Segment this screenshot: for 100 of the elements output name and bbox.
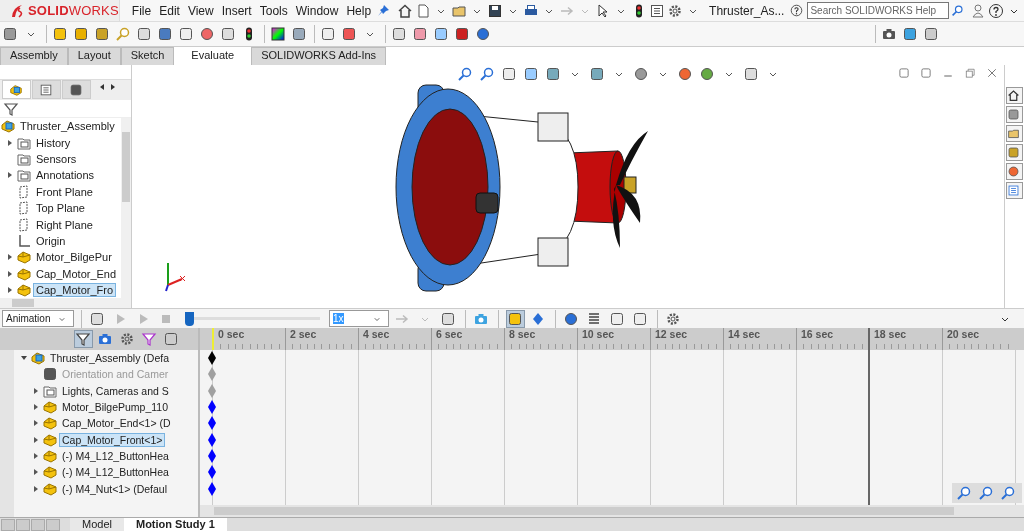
key-point-icon[interactable]: [208, 465, 216, 480]
expand-arrow-icon[interactable]: [6, 171, 14, 180]
time-slider[interactable]: [185, 311, 320, 326]
filter-icon[interactable]: [3, 100, 19, 117]
tree-item[interactable]: Cap_Motor_End: [34, 267, 119, 280]
part-icon: [42, 447, 58, 464]
custom-properties-icon[interactable]: [1007, 184, 1020, 197]
file-explorer-icon[interactable]: [1007, 127, 1020, 140]
property-list-icon[interactable]: [38, 82, 53, 97]
settings-icon[interactable]: [667, 2, 684, 19]
tree-item[interactable]: (-) M4_L12_ButtonHea: [60, 466, 171, 479]
tree-item[interactable]: Cap_Motor_Fro: [34, 284, 116, 297]
expand-arrow-icon[interactable]: [6, 138, 14, 147]
time-label: 12 sec: [655, 328, 688, 340]
tree-item[interactable]: Thruster_Assembly (Defa: [48, 352, 172, 365]
scrollbar[interactable]: [200, 505, 1024, 517]
tree-item[interactable]: Top Plane: [34, 202, 87, 215]
time-label: 20 sec: [947, 328, 980, 340]
tree-item[interactable]: Cap_Motor_Front<1>: [60, 433, 165, 446]
pin-icon[interactable]: [375, 2, 392, 19]
expand-arrow-icon[interactable]: [6, 253, 14, 262]
menu-item[interactable]: Help: [342, 3, 376, 18]
tree-item[interactable]: Lights, Cameras and S: [60, 384, 171, 397]
filter-driving-icon[interactable]: [119, 331, 135, 347]
key-point-icon[interactable]: [208, 481, 216, 496]
search-icon[interactable]: [951, 4, 965, 17]
home-icon[interactable]: [1007, 89, 1020, 102]
zoom-in-icon[interactable]: [978, 485, 994, 501]
key-point-icon[interactable]: [208, 432, 216, 447]
tree-item[interactable]: Right Plane: [34, 218, 95, 231]
time-label: 0 sec: [218, 328, 245, 340]
command-tab[interactable]: Assembly: [0, 47, 68, 65]
command-tab[interactable]: Layout: [67, 47, 121, 65]
part-icon: [42, 399, 58, 416]
tree-item[interactable]: Origin: [34, 234, 68, 247]
expand-arrow-icon[interactable]: [32, 468, 40, 477]
key-point-icon[interactable]: [208, 448, 216, 463]
expand-arrow-icon[interactable]: [32, 435, 40, 444]
zoom-area-icon[interactable]: [479, 66, 495, 82]
filter-icon[interactable]: [74, 331, 91, 347]
zoom-to-fit-icon[interactable]: [457, 66, 473, 82]
expand-arrow-icon[interactable]: [32, 451, 40, 460]
tree-item[interactable]: Thruster_Assembly: [18, 120, 117, 133]
key-point-icon[interactable]: [208, 351, 216, 366]
tree-item[interactable]: Cap_Motor_End<1> (D: [60, 417, 173, 430]
menu-item[interactable]: Window: [291, 3, 343, 18]
zoom-to-fit-icon[interactable]: [956, 485, 972, 501]
tree-item[interactable]: Motor_BilgePump_110: [60, 401, 171, 414]
key-point-icon[interactable]: [208, 400, 216, 415]
command-tab[interactable]: Sketch: [120, 47, 175, 65]
menu-item[interactable]: Tools: [255, 3, 292, 18]
expand-arrow-icon[interactable]: [32, 386, 40, 395]
tree-item[interactable]: (-) M4_Nut<1> (Defaul: [60, 482, 170, 495]
search-field[interactable]: Search SOLIDWORKS Help: [807, 2, 950, 19]
part-icon: [42, 415, 58, 432]
study-type-dropdown[interactable]: Animation: [2, 310, 74, 327]
help-icon[interactable]: [790, 4, 804, 17]
menu-item[interactable]: View: [183, 3, 218, 18]
tree-item[interactable]: History: [34, 136, 73, 149]
menu-item[interactable]: Edit: [155, 3, 184, 18]
close-icon[interactable]: [986, 67, 998, 79]
command-tab[interactable]: SOLIDWORKS Add-Ins: [251, 47, 387, 65]
time-label: 16 sec: [801, 328, 834, 340]
filter-selected-icon[interactable]: [141, 331, 157, 347]
scrollbar[interactable]: [121, 118, 131, 298]
restore-icon[interactable]: [964, 67, 976, 79]
expand-arrow-icon[interactable]: [32, 419, 40, 428]
time-label: 6 sec: [436, 328, 463, 340]
settings-icon[interactable]: [665, 310, 681, 327]
document-title: Thruster_As...: [709, 3, 785, 18]
save-icon[interactable]: [487, 2, 504, 19]
assembly-icon[interactable]: [8, 82, 23, 97]
tree-item[interactable]: Annotations: [34, 169, 97, 182]
help-icon[interactable]: [988, 2, 1005, 19]
scrollbar[interactable]: [0, 298, 131, 308]
tree-item[interactable]: Sensors: [34, 152, 79, 165]
time-label: 14 sec: [728, 328, 761, 340]
expand-arrow-icon[interactable]: [6, 269, 14, 278]
tree-item[interactable]: Motor_BilgePur: [34, 251, 114, 264]
list-icon[interactable]: [649, 2, 666, 19]
bottom-tab[interactable]: Motion Study 1: [123, 518, 227, 531]
part-icon: [42, 431, 58, 448]
key-point-icon[interactable]: [208, 416, 216, 431]
home-icon[interactable]: [397, 2, 414, 19]
bottom-tab[interactable]: Model: [70, 518, 124, 531]
menu-item[interactable]: Insert: [217, 3, 256, 18]
user-icon[interactable]: [970, 2, 987, 19]
scrollbar[interactable]: [0, 350, 14, 517]
zoom-out-icon[interactable]: [1000, 485, 1016, 501]
part-icon: [16, 265, 32, 282]
spring-icon[interactable]: [586, 310, 602, 327]
filter-animated-icon[interactable]: [97, 331, 113, 347]
tree-item[interactable]: (-) M4_L12_ButtonHea: [60, 449, 171, 462]
expand-arrow-icon[interactable]: [6, 286, 14, 295]
time-label: 2 sec: [290, 328, 317, 340]
menu-item[interactable]: File: [127, 3, 156, 18]
curvature-icon[interactable]: [270, 26, 286, 42]
tree-item[interactable]: Front Plane: [34, 185, 95, 198]
expand-arrow-icon[interactable]: [32, 403, 40, 412]
expand-arrow-icon[interactable]: [32, 484, 40, 493]
